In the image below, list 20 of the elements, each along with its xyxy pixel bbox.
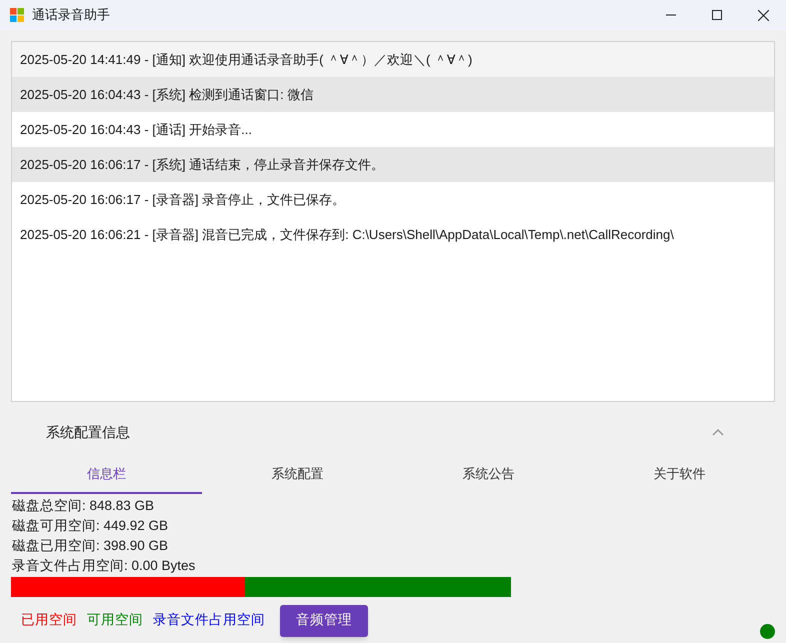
log-entry[interactable]: 2025-05-20 16:06:17 - [系统] 通话结束，停止录音并保存文件。 — [12, 147, 774, 182]
legend-label: 可用空间 — [87, 611, 143, 630]
expander-title: 系统配置信息 — [46, 422, 130, 442]
maximize-icon — [712, 10, 722, 20]
tab[interactable]: 系统配置 — [202, 456, 393, 494]
disk-info-text: 磁盘总空间: 848.83 GB — [12, 497, 156, 515]
tab[interactable]: 系统公告 — [393, 456, 584, 494]
audio-manage-button[interactable]: 音频管理 — [280, 604, 368, 636]
tab[interactable]: 关于软件 — [584, 456, 775, 494]
close-icon — [758, 10, 768, 20]
disk-info-text: 录音文件占用空间: 0.00 Bytes — [12, 557, 196, 575]
legend-label: 录音文件占用空间 — [153, 611, 265, 630]
legend-label: 已用空间 — [21, 611, 77, 630]
window-title: 通话录音助手 — [32, 6, 110, 24]
log-entry[interactable]: 2025-05-20 14:41:49 - [通知] 欢迎使用通话录音助手( ＾∀＾）／欢迎＼( ＾∀＾) — [12, 42, 774, 77]
app-icon — [10, 8, 24, 22]
disk-info-text: 磁盘可用空间: 449.92 GB — [12, 517, 170, 535]
disk-info-text: 磁盘已用空间: 398.90 GB — [12, 537, 170, 555]
tab[interactable]: 信息栏 — [11, 456, 202, 494]
log-entry[interactable]: 2025-05-20 16:04:43 - [系统] 检测到通话窗口: 微信 — [12, 77, 774, 112]
